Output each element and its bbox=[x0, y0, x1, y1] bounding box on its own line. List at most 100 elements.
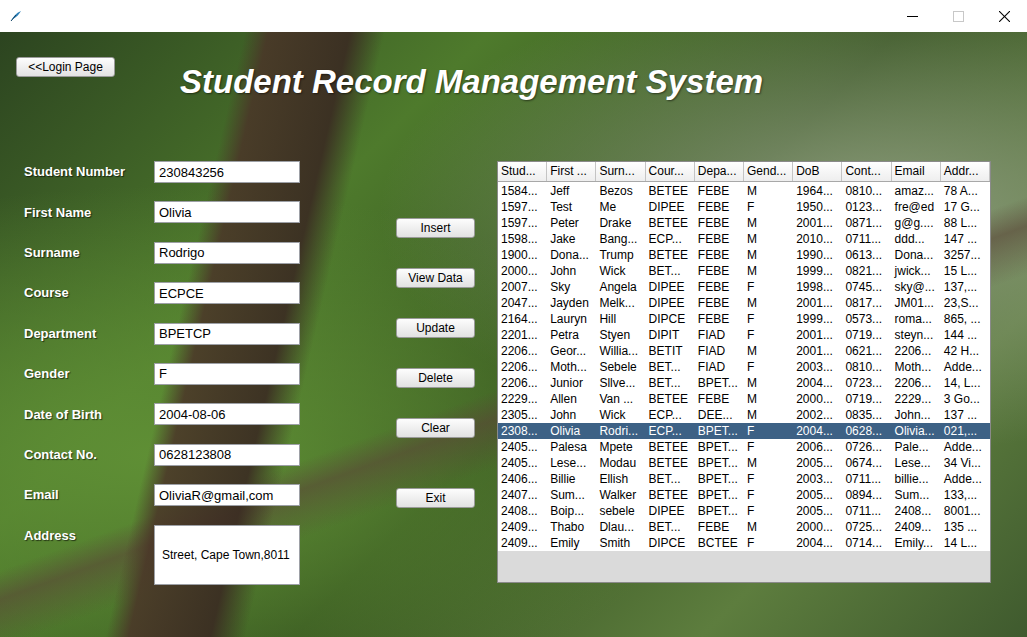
table-cell[interactable]: 0621... bbox=[842, 343, 891, 359]
minimize-button[interactable] bbox=[889, 0, 935, 32]
action-button[interactable]: Insert bbox=[396, 218, 475, 238]
table-cell[interactable]: Moth... bbox=[892, 359, 941, 375]
table-cell[interactable]: 2405... bbox=[498, 439, 547, 455]
table-cell[interactable]: M bbox=[744, 247, 793, 263]
table-cell[interactable]: 0711... bbox=[842, 471, 891, 487]
table-cell[interactable]: F bbox=[744, 199, 793, 215]
text-field[interactable] bbox=[154, 403, 300, 425]
table-cell[interactable]: 1964... bbox=[793, 183, 842, 199]
table-cell[interactable]: BET... bbox=[646, 359, 695, 375]
table-row[interactable]: 2229...AllenVan ...BETEEFEBEM2000...0719… bbox=[498, 391, 990, 407]
table-cell[interactable]: M bbox=[744, 343, 793, 359]
address-field[interactable]: Street, Cape Town,8011 bbox=[154, 525, 300, 585]
table-cell[interactable]: FEBE bbox=[695, 311, 744, 327]
table-cell[interactable]: 147 ... bbox=[941, 231, 990, 247]
table-cell[interactable]: BETEE bbox=[646, 455, 695, 471]
table-cell[interactable]: Geor... bbox=[547, 343, 596, 359]
table-cell[interactable]: g@g.... bbox=[892, 215, 941, 231]
table-cell[interactable]: Lese... bbox=[892, 455, 941, 471]
table-cell[interactable]: 2000... bbox=[793, 519, 842, 535]
table-row[interactable]: 2047...JaydenMelk...DIPEEFEBEM2001...081… bbox=[498, 295, 990, 311]
table-cell[interactable]: Emily bbox=[547, 535, 596, 551]
table-cell[interactable]: Sum... bbox=[547, 487, 596, 503]
table-cell[interactable]: ECP... bbox=[646, 423, 695, 439]
table-cell[interactable]: Palesa bbox=[547, 439, 596, 455]
table-cell[interactable]: 0894... bbox=[842, 487, 891, 503]
table-cell[interactable]: amaz... bbox=[892, 183, 941, 199]
table-row[interactable]: 2408...Boip...sebeleDIPEEBPET...F2005...… bbox=[498, 503, 990, 519]
table-cell[interactable]: Jake bbox=[547, 231, 596, 247]
table-cell[interactable]: FEBE bbox=[695, 295, 744, 311]
table-cell[interactable]: 2005... bbox=[793, 455, 842, 471]
table-cell[interactable]: 15 L... bbox=[941, 263, 990, 279]
table-cell[interactable]: Dona... bbox=[547, 247, 596, 263]
table-row[interactable]: 2007...SkyAngelaDIPEEFEBEF1998...0745...… bbox=[498, 279, 990, 295]
action-button[interactable]: Update bbox=[396, 318, 475, 338]
table-cell[interactable]: Junior bbox=[547, 375, 596, 391]
table-cell[interactable]: 135 ... bbox=[941, 519, 990, 535]
table-cell[interactable]: Petra bbox=[547, 327, 596, 343]
table-cell[interactable]: 2409... bbox=[498, 535, 547, 551]
column-header[interactable]: First ... bbox=[547, 162, 596, 181]
table-cell[interactable]: FEBE bbox=[695, 247, 744, 263]
table-cell[interactable]: F bbox=[744, 503, 793, 519]
table-cell[interactable]: M bbox=[744, 183, 793, 199]
table-row[interactable]: 1584...JeffBezosBETEEFEBEM1964...0810...… bbox=[498, 183, 990, 199]
table-row[interactable]: 2206...Geor...Willia...BETITFIADM2001...… bbox=[498, 343, 990, 359]
table-cell[interactable]: 2005... bbox=[793, 487, 842, 503]
table-cell[interactable]: DIPIT bbox=[646, 327, 695, 343]
table-row[interactable]: 2405...Lese...ModauBETEEBPET...M2005...0… bbox=[498, 455, 990, 471]
table-row[interactable]: 1900...Dona...TrumpBETEEFEBEM1990...0613… bbox=[498, 247, 990, 263]
table-cell[interactable]: BETEE bbox=[646, 391, 695, 407]
table-cell[interactable]: 133,... bbox=[941, 487, 990, 503]
text-field[interactable] bbox=[154, 282, 300, 304]
table-cell[interactable]: 8001... bbox=[941, 503, 990, 519]
table-cell[interactable]: DIPCE bbox=[646, 535, 695, 551]
table-cell[interactable]: 2206... bbox=[498, 375, 547, 391]
table-cell[interactable]: 0628... bbox=[842, 423, 891, 439]
close-button[interactable] bbox=[981, 0, 1027, 32]
table-row[interactable]: 2407...Sum...WalkerBETEEBPET...F2005...0… bbox=[498, 487, 990, 503]
table-cell[interactable]: 137 ... bbox=[941, 407, 990, 423]
table-cell[interactable]: 2010... bbox=[793, 231, 842, 247]
table-cell[interactable]: Sum... bbox=[892, 487, 941, 503]
table-cell[interactable]: Dona... bbox=[892, 247, 941, 263]
table-cell[interactable]: Lauryn bbox=[547, 311, 596, 327]
table-cell[interactable]: 0719... bbox=[842, 327, 891, 343]
column-header[interactable]: Stud... bbox=[498, 162, 547, 181]
table-cell[interactable]: Moth... bbox=[547, 359, 596, 375]
table-cell[interactable]: 0573... bbox=[842, 311, 891, 327]
table-cell[interactable]: 021,... bbox=[941, 423, 990, 439]
table-row[interactable]: 2308...OliviaRodri...ECP...BPET...F2004.… bbox=[498, 423, 990, 439]
text-field[interactable] bbox=[154, 242, 300, 264]
table-cell[interactable]: 23,S... bbox=[941, 295, 990, 311]
table-cell[interactable]: 17 G... bbox=[941, 199, 990, 215]
table-cell[interactable]: BPET... bbox=[695, 455, 744, 471]
table-cell[interactable]: 1998... bbox=[793, 279, 842, 295]
table-cell[interactable]: Peter bbox=[547, 215, 596, 231]
table-cell[interactable]: 2003... bbox=[793, 359, 842, 375]
table-cell[interactable]: FIAD bbox=[695, 343, 744, 359]
table-cell[interactable]: M bbox=[744, 391, 793, 407]
table-cell[interactable]: BPET... bbox=[695, 439, 744, 455]
action-button[interactable]: View Data bbox=[396, 268, 475, 288]
text-field[interactable] bbox=[154, 201, 300, 223]
table-cell[interactable]: 0835... bbox=[842, 407, 891, 423]
table-cell[interactable]: Adde... bbox=[941, 439, 990, 455]
table-cell[interactable]: 2308... bbox=[498, 423, 547, 439]
table-cell[interactable]: 1597... bbox=[498, 215, 547, 231]
table-cell[interactable]: Bezos bbox=[596, 183, 645, 199]
column-header[interactable]: Cont... bbox=[842, 162, 891, 181]
table-cell[interactable]: Thabo bbox=[547, 519, 596, 535]
table-cell[interactable]: Mpete bbox=[596, 439, 645, 455]
table-row[interactable]: 1597...TestMeDIPEEFEBEF1950...0123...fre… bbox=[498, 199, 990, 215]
table-cell[interactable]: JM01... bbox=[892, 295, 941, 311]
table-cell[interactable]: BETIT bbox=[646, 343, 695, 359]
table-cell[interactable]: 2229... bbox=[892, 391, 941, 407]
table-cell[interactable]: FEBE bbox=[695, 279, 744, 295]
table-cell[interactable]: BPET... bbox=[695, 503, 744, 519]
table-cell[interactable]: 42 H... bbox=[941, 343, 990, 359]
table-cell[interactable]: 0810... bbox=[842, 183, 891, 199]
table-cell[interactable]: 0723... bbox=[842, 375, 891, 391]
table-cell[interactable]: 1990... bbox=[793, 247, 842, 263]
